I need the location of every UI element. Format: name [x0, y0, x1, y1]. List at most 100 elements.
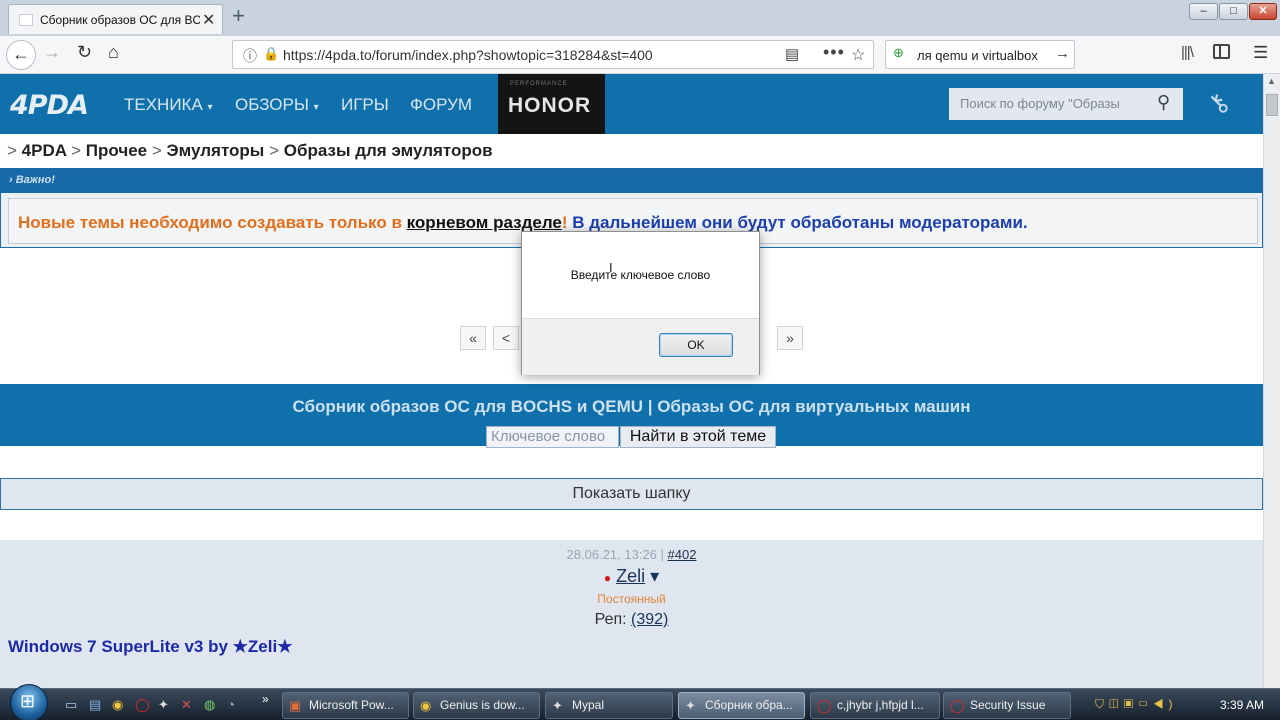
- show-header-button[interactable]: Показать шапку: [0, 478, 1263, 510]
- topic-search-input[interactable]: Ключевое слово: [486, 426, 619, 448]
- forum-search-box[interactable]: Поиск по форуму "Образы ⚲: [949, 88, 1183, 120]
- taskbar-button-mypal[interactable]: ✦ Mypal: [545, 692, 673, 719]
- pdf-icon[interactable]: ✕: [181, 697, 192, 713]
- post-number-link[interactable]: #402: [668, 547, 697, 562]
- sidebar-toggle-icon[interactable]: [1213, 44, 1230, 59]
- mypal-icon[interactable]: ✦: [158, 697, 169, 713]
- banner-subtitle: PERFORMANCE: [510, 81, 568, 87]
- breadcrumb-item-4pda[interactable]: 4PDA: [22, 141, 67, 160]
- tab-active[interactable]: Сборник образов ОС для BOCHS ✕: [8, 4, 223, 34]
- post-meta: 28.06.21, 13:26 | #402: [0, 547, 1263, 562]
- network-icon[interactable]: ◫: [1109, 697, 1124, 711]
- scroll-up-arrow-icon[interactable]: ▲: [1267, 76, 1276, 86]
- taskbar-button-sbornik[interactable]: ✦ Сборник обра...: [678, 692, 805, 719]
- browser-search-bar[interactable]: ⊕ ля qemu и virtualbox →: [885, 40, 1075, 69]
- nav-item-label: ОБЗОРЫ: [235, 95, 309, 114]
- taskbar-button-opera-search[interactable]: ◯ c,jhybr j,hfpjd l...: [810, 692, 940, 719]
- window-minimize-button[interactable]: –: [1189, 3, 1218, 20]
- window-maximize-button[interactable]: □: [1219, 3, 1248, 20]
- tray-icons[interactable]: ⛉◫▣▭◀): [1095, 697, 1178, 712]
- notice-text: !: [561, 213, 573, 232]
- offline-status-icon: ●: [603, 571, 612, 585]
- taskbar-button-label: Сборник обра...: [705, 698, 793, 712]
- first-page-button[interactable]: «: [460, 326, 486, 350]
- nav-item-technika[interactable]: ТЕХНИКА ▾: [124, 95, 213, 115]
- app-tray-icon[interactable]: ▣: [1124, 697, 1139, 711]
- search-engine-icon: ⊕: [893, 45, 904, 60]
- back-button[interactable]: ←: [6, 40, 36, 70]
- hamburger-menu-icon[interactable]: ☰: [1253, 43, 1268, 63]
- page-actions-icon[interactable]: •••: [823, 42, 845, 63]
- key-icon[interactable]: ⚷: [1201, 86, 1236, 121]
- notice-header: › Важно!: [1, 169, 1262, 193]
- post-meta-separator: |: [656, 547, 668, 562]
- post-author: ● Zeli ▾: [0, 566, 1263, 587]
- explorer-icon[interactable]: ▤: [89, 697, 101, 713]
- topic-title: Сборник образов ОС для BOCHS и QEMU | Об…: [292, 397, 971, 416]
- page-scrollbar[interactable]: ▲: [1263, 74, 1280, 688]
- site-logo[interactable]: 4PDA: [10, 90, 89, 121]
- powerpoint-icon: ▣: [289, 698, 302, 713]
- navigation-toolbar: ← → ↻ ⌂ ⓘ 🔒 https://4pda.to/forum/index.…: [0, 36, 1280, 74]
- chrome-icon[interactable]: ◉: [112, 697, 123, 713]
- start-button[interactable]: [10, 684, 48, 720]
- taskbar-button-label: Genius is dow...: [440, 698, 525, 712]
- windows-taskbar: ▭ ▤ ◉ ◯ ✦ ✕ ◍ ◔ » ▣ Microsoft Pow... ◉ G…: [0, 684, 1280, 720]
- breadcrumb-item-prochee[interactable]: Прочее: [86, 141, 147, 160]
- taskbar-button-powerpoint[interactable]: ▣ Microsoft Pow...: [282, 692, 409, 719]
- new-tab-button[interactable]: +: [232, 3, 245, 29]
- topic-search-button[interactable]: Найти в этой теме: [620, 426, 776, 448]
- tab-title: Сборник образов ОС для BOCHS: [40, 13, 200, 27]
- clock[interactable]: 3:39 AM: [1220, 698, 1264, 712]
- post-date: 28.06.21, 13:26: [566, 547, 657, 562]
- lock-icon[interactable]: 🔒: [263, 46, 279, 62]
- taskbar-button-label: Security Issue: [970, 698, 1046, 712]
- ok-button[interactable]: OK: [659, 333, 733, 357]
- app-icon[interactable]: ◔: [227, 697, 235, 712]
- nav-item-forum[interactable]: ФОРУМ: [410, 95, 472, 115]
- reputation-label: Реп:: [594, 611, 632, 628]
- breadcrumb-item-emulyatory[interactable]: Эмуляторы: [167, 141, 265, 160]
- browser-search-input[interactable]: ля qemu и virtualbox: [917, 48, 1057, 63]
- scrollbar-thumb[interactable]: [1266, 94, 1278, 116]
- search-go-icon[interactable]: →: [1055, 45, 1070, 62]
- prev-page-button[interactable]: <: [493, 326, 519, 350]
- home-button[interactable]: ⌂: [108, 42, 119, 63]
- mypal-icon: ✦: [552, 698, 563, 713]
- site-info-icon[interactable]: ⓘ: [243, 46, 257, 66]
- tab-close-icon[interactable]: ✕: [202, 10, 215, 30]
- author-name-link[interactable]: Zeli: [616, 566, 645, 586]
- library-icon[interactable]: |||\: [1181, 44, 1194, 61]
- breadcrumb-separator: >: [7, 141, 17, 160]
- nav-item-label: ТЕХНИКА: [124, 95, 203, 114]
- url-text[interactable]: https://4pda.to/forum/index.php?showtopi…: [283, 47, 653, 63]
- honor-ad-banner[interactable]: PERFORMANCE HONOR: [498, 74, 605, 134]
- chevron-down-icon: ▾: [313, 102, 319, 113]
- taskbar-button-security-issue[interactable]: ◯ Security Issue: [943, 692, 1071, 719]
- search-icon[interactable]: ⚲: [1157, 92, 1170, 113]
- utorrent-icon[interactable]: ◍: [204, 697, 215, 713]
- dialog-footer: OK: [522, 318, 759, 375]
- volume-icon[interactable]: ◀): [1153, 697, 1178, 711]
- bookmark-star-icon[interactable]: ☆: [851, 45, 865, 65]
- notice-title[interactable]: › Важно!: [9, 174, 55, 186]
- address-bar[interactable]: ⓘ 🔒 https://4pda.to/forum/index.php?show…: [232, 40, 874, 69]
- taskbar-button-genius[interactable]: ◉ Genius is dow...: [413, 692, 540, 719]
- forward-button[interactable]: →: [43, 42, 61, 63]
- reputation-value-link[interactable]: (392): [631, 611, 668, 628]
- monitor-icon[interactable]: ▭: [1138, 697, 1153, 711]
- shield-icon[interactable]: ⛉: [1095, 697, 1109, 711]
- show-desktop-icon[interactable]: ▭: [65, 697, 77, 713]
- last-page-button[interactable]: »: [777, 326, 803, 350]
- nav-item-igry[interactable]: ИГРЫ: [341, 95, 389, 115]
- chevron-down-icon[interactable]: ▾: [650, 566, 659, 586]
- nav-item-obzory[interactable]: ОБЗОРЫ ▾: [235, 95, 319, 115]
- forum-search-input[interactable]: Поиск по форуму "Образы: [960, 96, 1145, 111]
- reload-button[interactable]: ↻: [77, 42, 92, 63]
- reader-view-icon[interactable]: ▤: [785, 45, 799, 63]
- opera-icon[interactable]: ◯: [135, 697, 150, 713]
- breadcrumb-item-obrazy[interactable]: Образы для эмуляторов: [284, 141, 493, 160]
- root-section-link[interactable]: корневом разделе: [407, 213, 562, 232]
- quicklaunch-more-icon[interactable]: »: [262, 692, 269, 706]
- window-close-button[interactable]: ✕: [1249, 3, 1277, 20]
